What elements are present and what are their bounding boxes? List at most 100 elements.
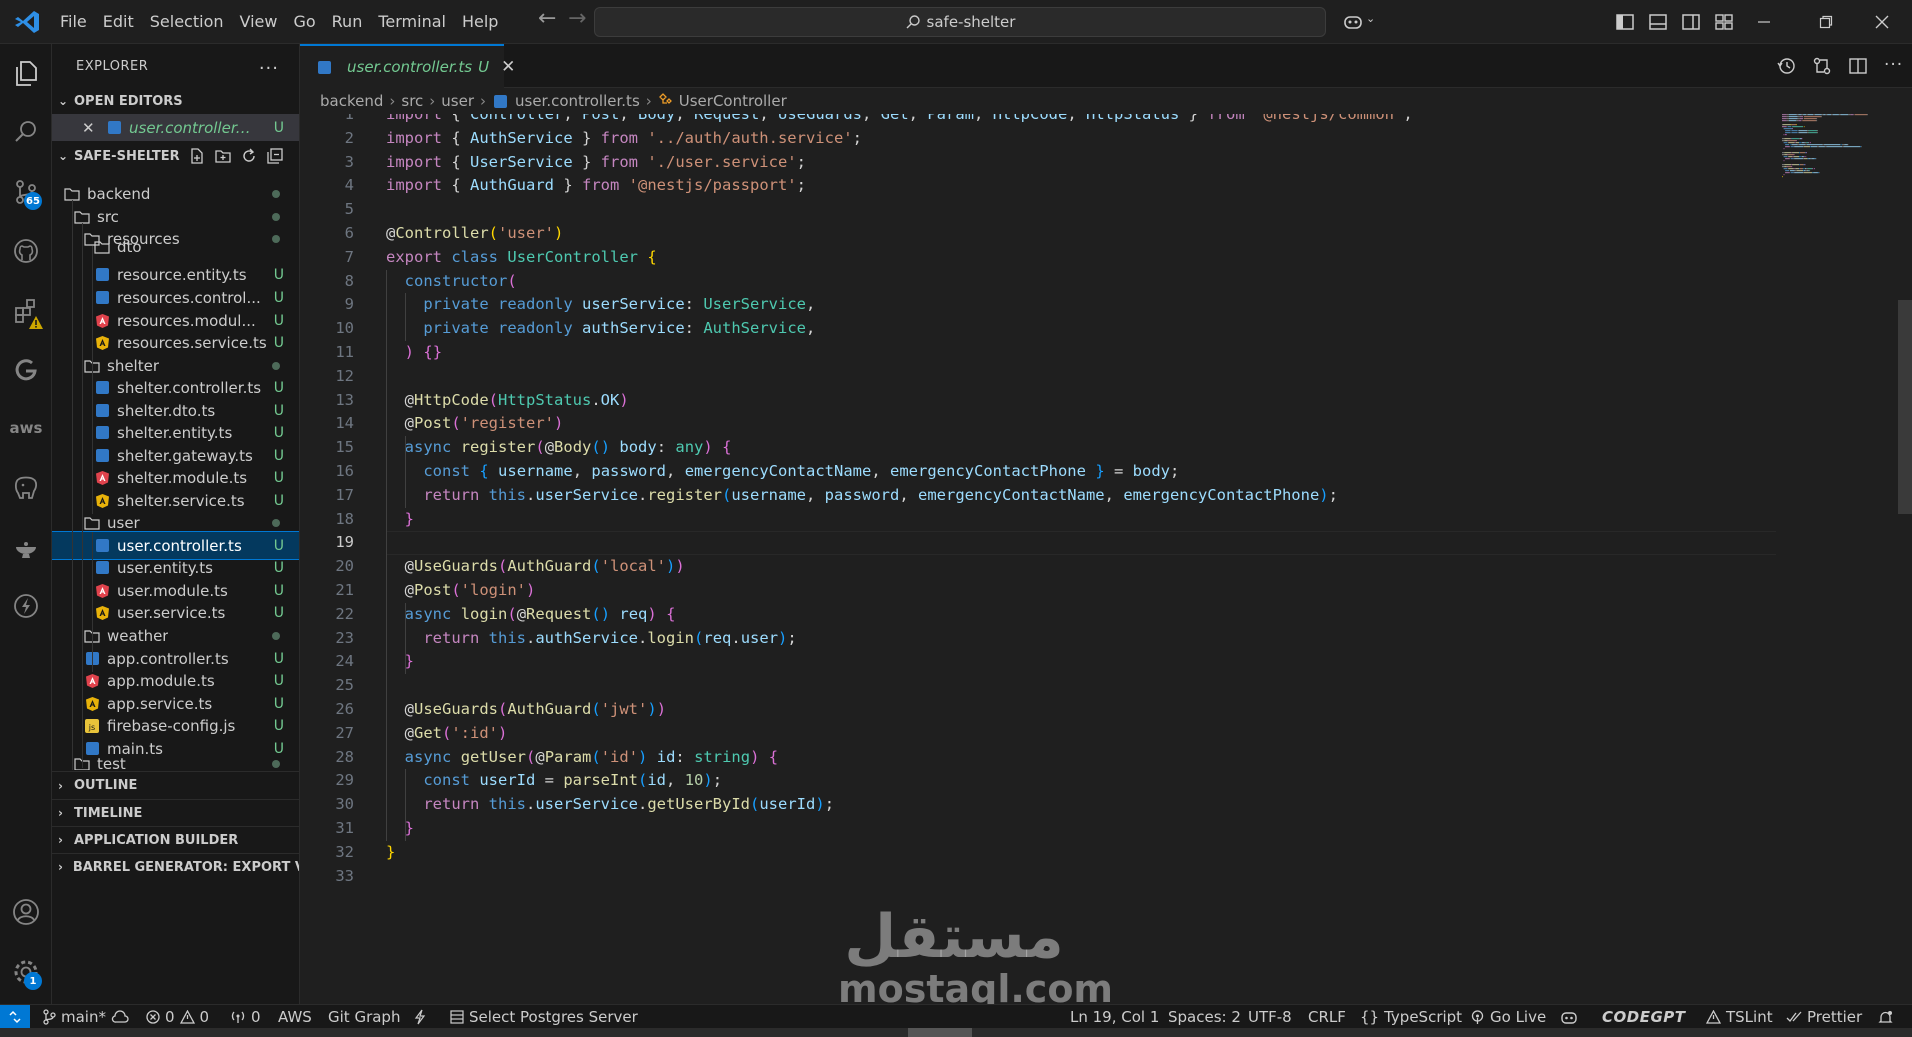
menu-run[interactable]: Run bbox=[324, 0, 371, 44]
open-editor-item[interactable]: ✕ user.controller.ts... U bbox=[52, 114, 299, 141]
breadcrumb-item[interactable]: backend bbox=[320, 92, 383, 110]
breadcrumb-item[interactable]: src bbox=[401, 92, 423, 110]
cursor-position-status[interactable]: Ln 19, Col 1 bbox=[1070, 1005, 1159, 1029]
extensions-activity[interactable] bbox=[0, 287, 52, 335]
toggle-panel-icon[interactable] bbox=[1647, 11, 1669, 33]
maximize-button[interactable] bbox=[1802, 0, 1850, 44]
thunder-client-activity[interactable] bbox=[0, 582, 52, 630]
section-application-builder[interactable]: › APPLICATION BUILDER bbox=[52, 826, 299, 853]
command-center-search[interactable]: safe-shelter bbox=[594, 7, 1326, 37]
split-editor-icon[interactable] bbox=[1848, 56, 1868, 76]
editor-scroll-thumb[interactable] bbox=[1898, 300, 1912, 514]
copilot-chevron-down-icon[interactable]: ⌄ bbox=[1366, 12, 1375, 25]
code-line[interactable]: 5 bbox=[300, 198, 1770, 222]
manage-activity[interactable]: 1 bbox=[0, 948, 52, 996]
postgres-status[interactable]: Select Postgres Server bbox=[450, 1005, 638, 1029]
code-line[interactable]: 27 @Get(':id') bbox=[300, 722, 1770, 746]
menu-terminal[interactable]: Terminal bbox=[370, 0, 454, 44]
codegpt-status[interactable]: CODEGPT bbox=[1602, 1005, 1686, 1029]
code-line[interactable]: 15 async register(@Body() body: any) { bbox=[300, 436, 1770, 460]
more-actions-icon[interactable]: ··· bbox=[1884, 56, 1903, 76]
section-timeline[interactable]: › TIMELINE bbox=[52, 799, 299, 826]
git-graph-status[interactable]: Git Graph bbox=[328, 1005, 400, 1029]
code-line[interactable]: 33 bbox=[300, 865, 1770, 889]
timeline-history-icon[interactable] bbox=[1776, 56, 1796, 76]
minimize-button[interactable] bbox=[1740, 0, 1788, 44]
code-line[interactable]: 1 import { Controller, Post, Body, Reques… bbox=[300, 114, 1770, 127]
code-line[interactable]: 28 async getUser(@Param('id') id: string… bbox=[300, 746, 1770, 770]
editor-vertical-scrollbar[interactable] bbox=[1896, 114, 1912, 1004]
github-activity[interactable] bbox=[0, 227, 52, 275]
code-line[interactable]: 8 constructor( bbox=[300, 270, 1770, 294]
code-line[interactable]: 17 return this.userService.register(user… bbox=[300, 484, 1770, 508]
code-line[interactable]: 7 export class UserController { bbox=[300, 246, 1770, 270]
language-status[interactable]: {} TypeScript bbox=[1360, 1005, 1462, 1029]
aws-status[interactable]: AWS bbox=[278, 1005, 312, 1029]
open-editors-header[interactable]: ⌄ OPEN EDITORS bbox=[52, 88, 299, 114]
gitkraken-activity[interactable] bbox=[0, 346, 52, 394]
code-line[interactable]: 16 const { username, password, emergency… bbox=[300, 460, 1770, 484]
code-line[interactable]: 26 @UseGuards(AuthGuard('jwt')) bbox=[300, 698, 1770, 722]
remote-indicator[interactable] bbox=[0, 1004, 30, 1029]
breadcrumb-item[interactable]: user.controller.ts bbox=[515, 92, 640, 110]
customize-layout-icon[interactable] bbox=[1713, 11, 1735, 33]
code-line[interactable]: 23 return this.authService.login(req.use… bbox=[300, 627, 1770, 651]
breadcrumb-item[interactable]: UserController bbox=[679, 92, 787, 110]
section-barrel-generator[interactable]: › BARREL GENERATOR: EXPORT V... bbox=[52, 853, 299, 880]
code-line[interactable]: 30 return this.userService.getUserById(u… bbox=[300, 793, 1770, 817]
close-window-button[interactable] bbox=[1858, 0, 1906, 44]
open-changes-icon[interactable] bbox=[1812, 56, 1832, 76]
encoding-status[interactable]: UTF-8 bbox=[1248, 1005, 1292, 1029]
folder-test[interactable]: test bbox=[52, 757, 299, 770]
aws-activity[interactable]: aws bbox=[0, 404, 52, 452]
explorer-activity[interactable] bbox=[0, 49, 52, 97]
lightning-status[interactable] bbox=[414, 1005, 426, 1029]
collapse-all-icon[interactable] bbox=[266, 147, 284, 165]
minimap[interactable] bbox=[1782, 114, 1902, 184]
back-arrow-icon[interactable]: ← bbox=[538, 6, 556, 31]
more-actions-icon[interactable]: ··· bbox=[259, 58, 279, 79]
tslint-status[interactable]: TSLint bbox=[1706, 1005, 1773, 1029]
code-line[interactable]: 14 @Post('register') bbox=[300, 412, 1770, 436]
copilot-icon[interactable] bbox=[1342, 11, 1364, 33]
code-editor[interactable]: 1 import { Controller, Post, Body, Reques… bbox=[300, 114, 1912, 1004]
search-activity[interactable] bbox=[0, 108, 52, 156]
close-tab-icon[interactable]: ✕ bbox=[501, 57, 515, 77]
menu-view[interactable]: View bbox=[232, 0, 286, 44]
code-line[interactable]: 24 } bbox=[300, 650, 1770, 674]
new-file-icon[interactable] bbox=[188, 147, 206, 165]
toggle-secondary-sidebar-icon[interactable] bbox=[1680, 11, 1702, 33]
code-line[interactable]: 21 @Post('login') bbox=[300, 579, 1770, 603]
folder-dto[interactable]: dto bbox=[52, 240, 299, 254]
copilot-status[interactable] bbox=[1560, 1005, 1578, 1029]
eol-status[interactable]: CRLF bbox=[1308, 1005, 1346, 1029]
menu-selection[interactable]: Selection bbox=[142, 0, 232, 44]
close-icon[interactable]: ✕ bbox=[82, 119, 98, 137]
go-live-status[interactable]: Go Live bbox=[1470, 1005, 1546, 1029]
forward-arrow-icon[interactable]: → bbox=[568, 6, 586, 31]
new-folder-icon[interactable] bbox=[214, 147, 232, 165]
database-activity[interactable] bbox=[0, 464, 52, 512]
code-line[interactable]: 19 bbox=[300, 531, 1770, 555]
code-line[interactable]: 29 const userId = parseInt(id, 10); bbox=[300, 769, 1770, 793]
menu-go[interactable]: Go bbox=[285, 0, 323, 44]
menu-help[interactable]: Help bbox=[454, 0, 506, 44]
refresh-icon[interactable] bbox=[240, 147, 258, 165]
code-line[interactable]: 13 @HttpCode(HttpStatus.OK) bbox=[300, 389, 1770, 413]
code-line[interactable]: 10 private readonly authService: AuthSer… bbox=[300, 317, 1770, 341]
problems-status[interactable]: 0 0 bbox=[146, 1005, 209, 1029]
branch-status[interactable]: main* bbox=[42, 1005, 129, 1029]
indentation-status[interactable]: Spaces: 2 bbox=[1168, 1005, 1241, 1029]
breadcrumb-item[interactable]: user bbox=[441, 92, 474, 110]
section-outline[interactable]: › OUTLINE bbox=[52, 772, 299, 799]
project-header[interactable]: ⌄ SAFE-SHELTER bbox=[52, 143, 299, 169]
code-line[interactable]: 12 bbox=[300, 365, 1770, 389]
code-line[interactable]: 9 private readonly userService: UserServ… bbox=[300, 293, 1770, 317]
source-control-activity[interactable]: 65 bbox=[0, 168, 52, 216]
code-line[interactable]: 32} bbox=[300, 841, 1770, 865]
code-line[interactable]: 20 @UseGuards(AuthGuard('local')) bbox=[300, 555, 1770, 579]
code-line[interactable]: 25 bbox=[300, 674, 1770, 698]
accounts-activity[interactable] bbox=[0, 888, 52, 936]
tab-user-controller[interactable]: user.controller.ts U ✕ bbox=[300, 44, 515, 88]
code-line[interactable]: 11 ) {} bbox=[300, 341, 1770, 365]
